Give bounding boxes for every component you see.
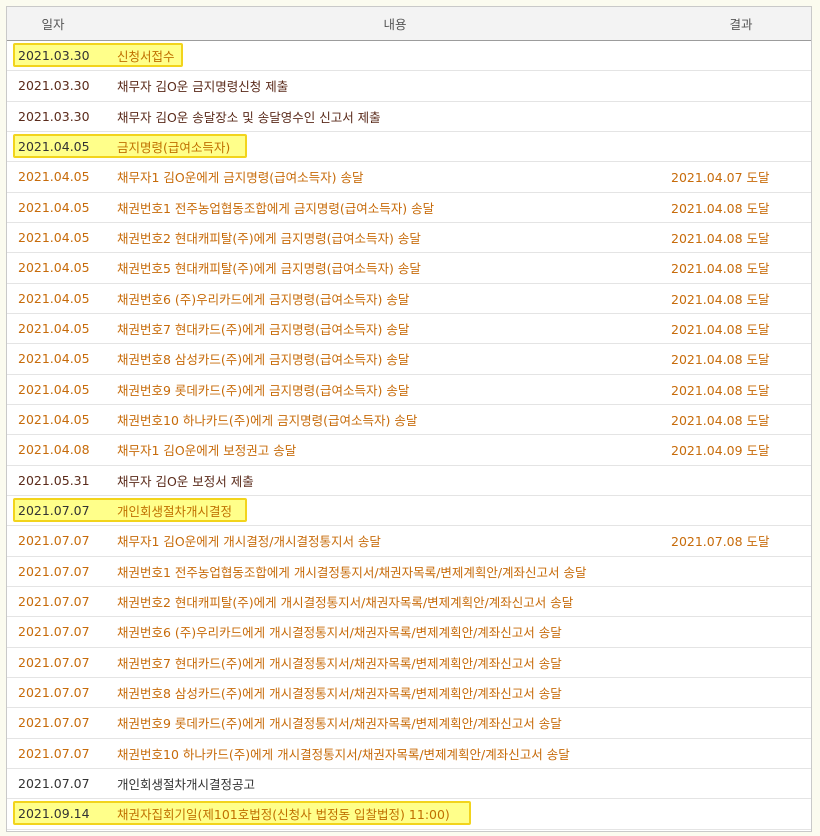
table-row: 2021.05.31 채무자 김O운 보정서 제출 (7, 466, 811, 496)
row-date: 2021.09.14 (18, 806, 90, 822)
row-date: 2021.04.05 (18, 381, 90, 397)
row-date: 2021.03.30 (18, 48, 90, 64)
table-row: 2021.03.30 신청서접수 (7, 41, 811, 72)
row-content: 채무자 김O운 송달장소 및 송달영수인 신고서 제출 (117, 109, 381, 125)
row-content: 채무자1 김O운에게 개시결정/개시결정통지서 송달 (117, 534, 381, 550)
row-content: 채권번호7 현대카드(주)에게 개시결정통지서/채권자목록/변제계획안/계좌신고… (117, 655, 562, 671)
header-result: 결과 (729, 17, 753, 32)
table-row: 2021.04.05 채권번호9 롯데카드(주)에게 금지명령(급여소득자) 송달… (7, 375, 811, 405)
row-content: 채권번호6 (주)우리카드에게 개시결정통지서/채권자목록/변제계획안/계좌신고… (117, 625, 562, 641)
header-content: 내용 (383, 17, 407, 32)
row-result: 2021.04.08 도달 (671, 322, 770, 338)
table-row: 2021.04.08 채무자1 김O운에게 보정권고 송달 2021.04.09 도… (7, 435, 811, 466)
row-date: 2021.04.05 (18, 351, 90, 367)
row-content: 채권번호1 전주농업협동조합에게 개시결정통지서/채권자목록/변제계획안/계좌신… (117, 564, 587, 580)
table-row: 2021.04.05 채권번호10 하나카드(주)에게 금지명령(급여소득자) 송… (7, 405, 811, 436)
row-date: 2021.04.05 (18, 230, 90, 246)
row-date: 2021.07.07 (18, 503, 90, 519)
row-result: 2021.04.08 도달 (671, 261, 770, 277)
row-content: 채권번호9 롯데카드(주)에게 금지명령(급여소득자) 송달 (117, 382, 410, 398)
row-date: 2021.04.05 (18, 412, 90, 428)
row-date: 2021.07.07 (18, 745, 90, 761)
table-header: 일자 내용 결과 (7, 7, 811, 41)
row-date: 2021.03.30 (18, 78, 90, 94)
row-result: 2021.04.08 도달 (671, 382, 770, 398)
row-date: 2021.05.31 (18, 472, 90, 488)
row-date: 2021.04.05 (18, 169, 90, 185)
row-content: 채무자1 김O운에게 금지명령(급여소득자) 송달 (117, 170, 364, 186)
table-row: 2021.04.05 채권번호6 (주)우리카드에게 금지명령(급여소득자) 송달… (7, 284, 811, 314)
table-row: 2021.03.30 채무자 김O운 송달장소 및 송달영수인 신고서 제출 (7, 102, 811, 132)
table-row: 2021.04.05 채권번호7 현대카드(주)에게 금지명령(급여소득자) 송달… (7, 314, 811, 345)
row-date: 2021.04.05 (18, 321, 90, 337)
row-content: 채권번호9 롯데카드(주)에게 개시결정통지서/채권자목록/변제계획안/계좌신고… (117, 716, 562, 732)
row-result: 2021.04.08 도달 (671, 231, 770, 247)
table-row: 2021.07.07 채권번호8 삼성카드(주)에게 개시결정통지서/채권자목록/… (7, 678, 811, 709)
table-row: 2021.07.07 개인회생절차개시결정 (7, 496, 811, 527)
table-row: 2021.07.07 채권번호7 현대카드(주)에게 개시결정통지서/채권자목록/… (7, 648, 811, 678)
table-row: 2021.07.07 채권번호9 롯데카드(주)에게 개시결정통지서/채권자목록/… (7, 708, 811, 739)
row-content: 채권번호7 현대카드(주)에게 금지명령(급여소득자) 송달 (117, 322, 410, 338)
row-content: 채권번호10 하나카드(주)에게 금지명령(급여소득자) 송달 (117, 413, 418, 429)
table-row: 2021.04.05 금지명령(급여소득자) (7, 132, 811, 163)
row-date: 2021.07.07 (18, 533, 90, 549)
table-row: 2021.07.07 개인회생절차개시결정공고 (7, 769, 811, 800)
table-row: 2021.04.05 채무자1 김O운에게 금지명령(급여소득자) 송달 2021.… (7, 162, 811, 193)
row-content: 채무자 김O운 금지명령신청 제출 (117, 79, 289, 95)
row-content: 개인회생절차개시결정 (117, 504, 233, 520)
row-date: 2021.03.30 (18, 108, 90, 124)
table-row: 2021.03.30 채무자 김O운 금지명령신청 제출 (7, 71, 811, 102)
row-content: 채권번호8 삼성카드(주)에게 개시결정통지서/채권자목록/변제계획안/계좌신고… (117, 686, 562, 702)
row-date: 2021.04.08 (18, 442, 90, 458)
row-date: 2021.07.07 (18, 624, 90, 640)
row-date: 2021.04.05 (18, 260, 90, 276)
row-content: 채권번호10 하나카드(주)에게 개시결정통지서/채권자목록/변제계획안/계좌신… (117, 746, 570, 762)
row-content: 채무자 김O운 보정서 제출 (117, 473, 254, 489)
row-result: 2021.04.08 도달 (671, 352, 770, 368)
row-date: 2021.07.07 (18, 776, 90, 792)
row-content: 채권번호2 현대캐피탈(주)에게 금지명령(급여소득자) 송달 (117, 231, 421, 247)
row-content: 채권번호6 (주)우리카드에게 금지명령(급여소득자) 송달 (117, 291, 410, 307)
table-row: 2021.07.07 채권번호10 하나카드(주)에게 개시결정통지서/채권자목록… (7, 739, 811, 769)
row-content: 채권번호2 현대캐피탈(주)에게 개시결정통지서/채권자목록/변제계획안/계좌신… (117, 595, 574, 611)
row-content: 신청서접수 (117, 49, 175, 65)
row-content: 채권자집회기일(제101호법정(신청사 법정동 입찰법정) 11:00) (117, 807, 450, 823)
table-row: 2021.04.05 채권번호1 전주농업협동조합에게 금지명령(급여소득자) 송… (7, 193, 811, 223)
row-date: 2021.07.07 (18, 654, 90, 670)
header-date: 일자 (41, 17, 65, 32)
row-result: 2021.04.07 도달 (671, 170, 770, 186)
row-date: 2021.04.05 (18, 199, 90, 215)
row-content: 개인회생절차개시결정공고 (117, 777, 256, 793)
row-date: 2021.04.05 (18, 290, 90, 306)
case-history-table: 일자 내용 결과 2021.03.30 신청서접수 2021.03.30 채무자 김O… (6, 6, 812, 832)
row-content: 채권번호1 전주농업협동조합에게 금지명령(급여소득자) 송달 (117, 200, 435, 216)
row-date: 2021.07.07 (18, 563, 90, 579)
row-content: 채권번호8 삼성카드(주)에게 금지명령(급여소득자) 송달 (117, 352, 410, 368)
table-row: 2021.07.07 채권번호6 (주)우리카드에게 개시결정통지서/채권자목록/… (7, 617, 811, 648)
table-row: 2021.04.05 채권번호5 현대캐피탈(주)에게 금지명령(급여소득자) 송… (7, 253, 811, 284)
table-row: 2021.04.05 채권번호8 삼성카드(주)에게 금지명령(급여소득자) 송달… (7, 344, 811, 375)
table-row: 2021.04.05 채권번호2 현대캐피탈(주)에게 금지명령(급여소득자) 송… (7, 223, 811, 254)
row-content: 채권번호5 현대캐피탈(주)에게 금지명령(급여소득자) 송달 (117, 261, 421, 277)
table-body: 2021.03.30 신청서접수 2021.03.30 채무자 김O운 금지명령신청 … (7, 41, 811, 830)
table-row: 2021.07.07 채무자1 김O운에게 개시결정/개시결정통지서 송달 2021… (7, 526, 811, 557)
row-result: 2021.07.08 도달 (671, 534, 770, 550)
row-result: 2021.04.08 도달 (671, 291, 770, 307)
row-date: 2021.07.07 (18, 715, 90, 731)
table-row: 2021.07.07 채권번호1 전주농업협동조합에게 개시결정통지서/채권자목록… (7, 557, 811, 587)
row-content: 채무자1 김O운에게 보정권고 송달 (117, 443, 297, 459)
row-date: 2021.07.07 (18, 594, 90, 610)
row-result: 2021.04.08 도달 (671, 200, 770, 216)
row-date: 2021.07.07 (18, 685, 90, 701)
row-result: 2021.04.08 도달 (671, 413, 770, 429)
table-row: 2021.09.14 채권자집회기일(제101호법정(신청사 법정동 입찰법정) … (7, 799, 811, 830)
table-row: 2021.07.07 채권번호2 현대캐피탈(주)에게 개시결정통지서/채권자목록… (7, 587, 811, 618)
row-result: 2021.04.09 도달 (671, 443, 770, 459)
row-content: 금지명령(급여소득자) (117, 140, 231, 156)
row-date: 2021.04.05 (18, 139, 90, 155)
